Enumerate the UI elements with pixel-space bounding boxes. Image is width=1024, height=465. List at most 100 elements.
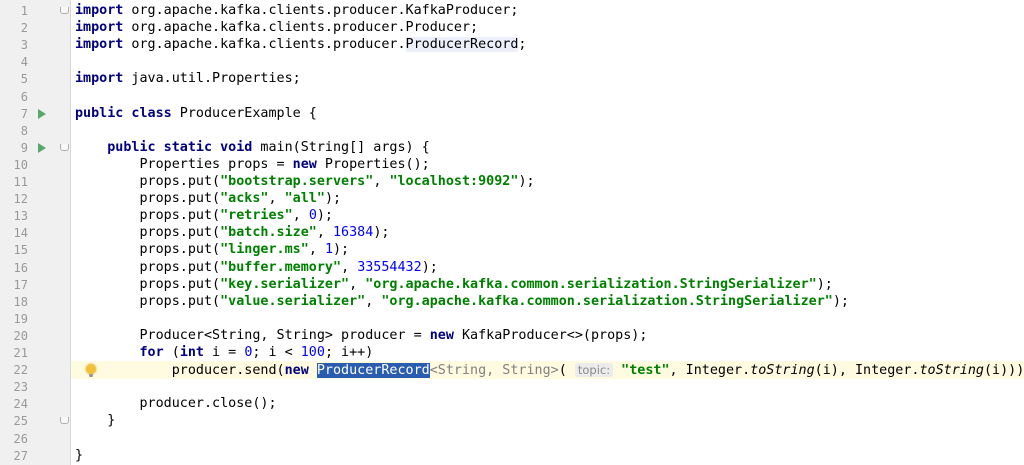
code-line[interactable]: props.put("acks", "all"); — [71, 190, 1024, 208]
code-line[interactable] — [71, 53, 1024, 71]
fold-icon[interactable] — [60, 7, 69, 14]
code-area[interactable]: import org.apache.kafka.clients.producer… — [71, 0, 1024, 465]
gutter-row: 13 — [0, 207, 70, 225]
gutter-row: 17 — [0, 276, 70, 294]
code-token: ; — [518, 37, 527, 53]
code-line[interactable]: props.put("linger.ms", 1); — [71, 241, 1024, 259]
line-number: 25 — [13, 414, 28, 429]
code-line-current[interactable]: producer.send(new ProducerRecord<String,… — [71, 361, 1024, 380]
code-line[interactable]: } — [71, 412, 1024, 430]
gutter-row: 16 — [0, 259, 70, 277]
code-token: new — [284, 363, 309, 379]
code-token: org.apache.kafka.clients.producer. — [123, 37, 406, 53]
line-number: 27 — [13, 448, 28, 463]
code-token: ); — [832, 293, 849, 309]
line-number: 26 — [13, 431, 28, 446]
code-token: producer.send( — [75, 363, 285, 379]
line-number: 6 — [20, 89, 28, 104]
run-gutter-icon[interactable] — [38, 142, 46, 153]
code-line[interactable] — [71, 310, 1024, 328]
code-line[interactable]: props.put("batch.size", 16384); — [71, 224, 1024, 242]
code-line[interactable] — [71, 378, 1024, 396]
gutter-row: 8 — [0, 122, 70, 140]
line-number-gutter[interactable]: 1 2 3 4 5 6 7 8 9 10 11 12 13 14 15 16 17 18 19 20 21 22 23 24 2… — [0, 0, 71, 465]
gutter-row: 7 — [0, 105, 70, 123]
gutter-row: 5 — [0, 70, 70, 88]
line-number: 9 — [20, 140, 28, 155]
line-number: 8 — [20, 123, 28, 138]
code-editor[interactable]: 1 2 3 4 5 6 7 8 9 10 11 12 13 14 15 16 17 18 19 20 21 22 23 24 2… — [0, 0, 1024, 465]
gutter-row: 1 — [0, 2, 70, 20]
line-number: 2 — [20, 21, 28, 36]
code-token: "acks" — [220, 191, 269, 207]
code-token: , — [316, 225, 333, 241]
code-token: "key.serializer" — [220, 276, 350, 292]
code-line[interactable]: import java.util.Properties; — [71, 70, 1024, 88]
code-token: , — [268, 191, 285, 207]
code-token: "value.serializer" — [220, 293, 366, 309]
code-line[interactable]: props.put("retries", 0); — [71, 207, 1024, 225]
code-token: props.put( — [75, 208, 221, 224]
code-token: ); — [816, 276, 833, 292]
code-line[interactable]: props.put("bootstrap.servers", "localhos… — [71, 173, 1024, 191]
code-token: 33554432 — [357, 259, 422, 275]
code-line[interactable]: props.put("buffer.memory", 33554432); — [71, 259, 1024, 277]
code-token: props.put( — [75, 174, 221, 189]
code-token: ( — [163, 345, 180, 360]
code-line[interactable]: import org.apache.kafka.clients.producer… — [71, 19, 1024, 37]
code-line[interactable]: for (int i = 0; i < 100; i++) — [71, 344, 1024, 362]
code-line[interactable]: import org.apache.kafka.clients.producer… — [71, 36, 1024, 54]
gutter-row: 11 — [0, 173, 70, 191]
gutter-row: 18 — [0, 293, 70, 311]
code-token: ( — [558, 363, 575, 379]
code-token: props.put( — [75, 225, 221, 241]
code-line[interactable]: } — [71, 447, 1024, 465]
code-token: , — [292, 208, 309, 224]
code-token: import — [75, 71, 124, 87]
code-token: Properties(); — [316, 156, 430, 172]
code-token: ; i < — [252, 345, 301, 360]
code-line[interactable] — [71, 88, 1024, 106]
code-token: main(String[] args) { — [252, 139, 430, 155]
run-gutter-icon[interactable] — [38, 108, 46, 119]
code-line[interactable]: import org.apache.kafka.clients.producer… — [71, 2, 1024, 20]
code-token: Properties props = — [75, 156, 293, 172]
code-token: props.put( — [75, 276, 221, 292]
code-token: "bootstrap.servers" — [220, 174, 374, 189]
gutter-row: 20 — [0, 327, 70, 345]
code-line[interactable]: public static void main(String[] args) { — [71, 139, 1024, 157]
line-number: 11 — [13, 175, 28, 189]
code-token: producer.close(); — [75, 396, 277, 412]
parameter-hint: topic: — [574, 363, 614, 378]
fold-icon[interactable] — [60, 143, 69, 151]
line-number: 20 — [13, 328, 28, 343]
code-token: import — [75, 37, 124, 53]
code-line[interactable] — [71, 122, 1024, 140]
code-token: 16384 — [333, 225, 374, 241]
code-token: import — [75, 3, 124, 18]
code-line[interactable]: public class ProducerExample { — [71, 105, 1024, 123]
code-token: ); — [421, 259, 438, 275]
code-token: ); — [333, 242, 350, 258]
code-token: props.put( — [75, 191, 221, 207]
gutter-row: 24 — [0, 395, 70, 413]
line-number: 10 — [13, 157, 28, 172]
code-line[interactable]: props.put("key.serializer", "org.apache.… — [71, 276, 1024, 294]
code-token: , Integer. — [669, 363, 751, 379]
code-line[interactable]: Properties props = new Properties(); — [71, 156, 1024, 174]
line-number: 3 — [20, 38, 28, 53]
gutter-row: 21 — [0, 344, 70, 362]
code-token: "localhost:9092" — [389, 174, 519, 189]
fold-icon[interactable] — [60, 417, 69, 425]
code-token: ; i++) — [324, 345, 374, 360]
gutter-row: 10 — [0, 156, 70, 174]
code-line[interactable]: producer.close(); — [71, 395, 1024, 413]
code-line[interactable]: props.put("value.serializer", "org.apach… — [71, 293, 1024, 311]
code-token: "retries" — [220, 208, 293, 224]
code-token: props.put( — [75, 293, 221, 309]
code-token: "buffer.memory" — [220, 259, 342, 275]
code-line[interactable]: Producer<String, String> producer = new … — [71, 327, 1024, 345]
code-line[interactable] — [71, 430, 1024, 448]
